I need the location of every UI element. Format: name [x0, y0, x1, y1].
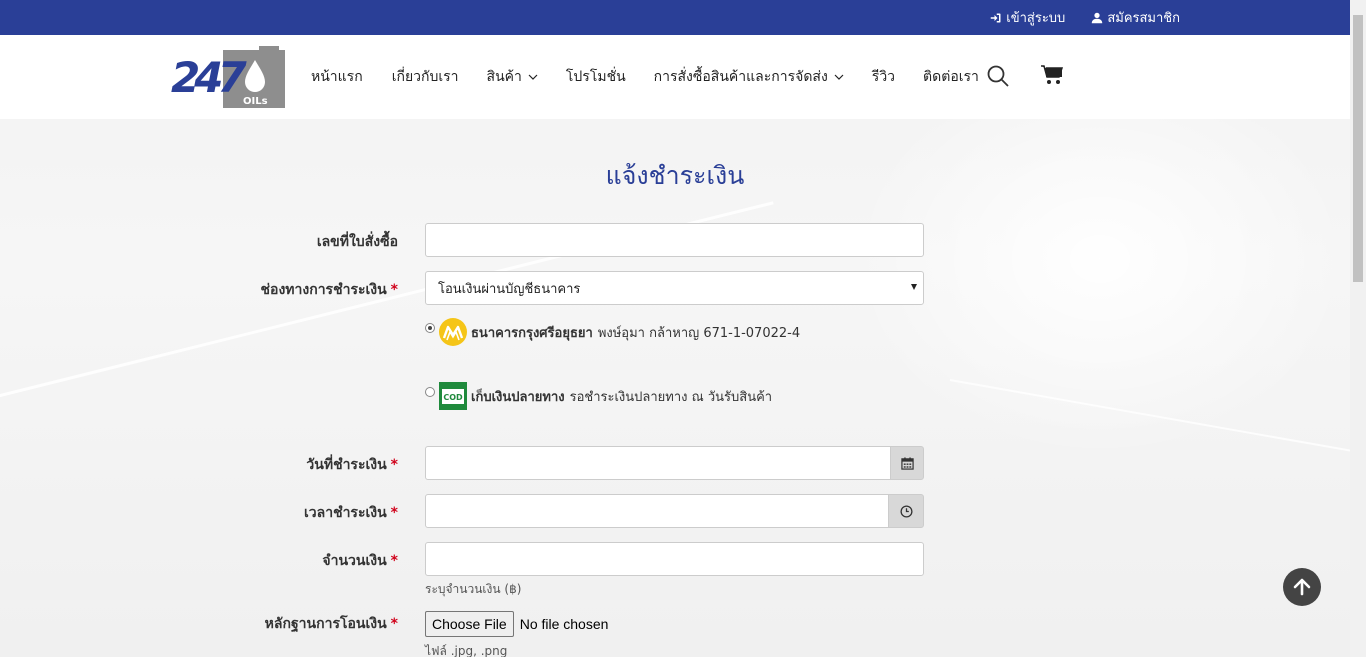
nav-item-promotion[interactable]: โปรโมชั่น [566, 66, 626, 88]
payment-option-cod[interactable]: COD เก็บเงินปลายทาง รอชำระเงินปลายทาง ณ … [425, 382, 772, 410]
register-link[interactable]: สมัครสมาชิก [1091, 7, 1180, 28]
evidence-hint: ไฟล์ .jpg, .png [425, 644, 508, 657]
pay-date-input[interactable] [425, 446, 891, 480]
amount-hint: ระบุจำนวนเงิน (฿) [425, 582, 522, 596]
nav-item-products[interactable]: สินค้า [487, 66, 538, 88]
nav-item-contact[interactable]: ติดต่อเรา [923, 66, 979, 88]
bank-radio[interactable] [425, 323, 435, 333]
cod-radio[interactable] [425, 387, 435, 397]
page-title: แจ้งชำระเงิน [605, 161, 745, 190]
calendar-icon [900, 456, 914, 470]
arrow-up-icon [1293, 578, 1311, 596]
evidence-label: หลักฐานการโอนเงิน * [264, 616, 398, 632]
pay-time-label: เวลาชำระเงิน * [303, 505, 398, 521]
pay-time-input[interactable] [425, 494, 889, 528]
file-status: No file chosen [519, 616, 609, 632]
amount-input[interactable] [425, 542, 924, 576]
sign-in-icon [991, 13, 1001, 22]
user-icon [1092, 12, 1103, 23]
pay-date-label: วันที่ชำระเงิน * [306, 457, 398, 473]
nav-item-home[interactable]: หน้าแรก [311, 66, 363, 88]
header: 247 OILs หน้าแรก เกี่ยวกับเรา สินค้า โปร… [0, 35, 1350, 119]
search-icon [987, 65, 1009, 87]
cod-icon: COD [439, 382, 467, 410]
calendar-button[interactable] [890, 446, 924, 480]
login-link[interactable]: เข้าสู่ระบบ [990, 7, 1065, 28]
scrollbar-thumb[interactable] [1353, 15, 1363, 282]
cart-icon [1041, 65, 1064, 84]
main-nav: หน้าแรก เกี่ยวกับเรา สินค้า โปรโมชั่น กา… [311, 35, 1007, 119]
payment-channel-label: ช่องทางการชำระเงิน * [260, 282, 398, 298]
nav-item-about[interactable]: เกี่ยวกับเรา [392, 66, 459, 88]
search-button[interactable] [986, 64, 1010, 88]
top-bar: เข้าสู่ระบบ สมัครสมาชิก [0, 0, 1350, 35]
payment-channel-select[interactable]: โอนเงินผ่านบัญชีธนาคาร [425, 271, 924, 305]
chevron-down-icon [528, 74, 538, 80]
logo-text: 247 [171, 53, 247, 102]
login-label: เข้าสู่ระบบ [1006, 11, 1066, 26]
register-label: สมัครสมาชิก [1107, 11, 1180, 26]
order-no-label: เลขที่ใบสั่งซื้อ [316, 234, 398, 250]
cart-button[interactable] [1040, 63, 1064, 87]
choose-file-button[interactable]: Choose File [425, 611, 514, 637]
clock-icon [899, 504, 913, 518]
payment-option-bank[interactable]: ธนาคารกรุงศรีอยุธยา พงษ์อุมา กล้าหาญ 671… [425, 318, 800, 346]
krungsri-bank-icon [439, 318, 467, 346]
evidence-file-input: Choose File No file chosen [425, 611, 608, 637]
order-no-input[interactable] [425, 223, 924, 257]
logo-subtext: OILs [243, 96, 268, 107]
time-picker-button[interactable] [888, 494, 924, 528]
select-caret-icon [911, 284, 917, 290]
amount-label: จำนวนเงิน * [322, 553, 398, 569]
nav-item-ordering-shipping[interactable]: การสั่งซื้อสินค้าและการจัดส่ง [654, 66, 844, 88]
page-scrollbar[interactable] [1350, 0, 1366, 657]
site-logo[interactable]: 247 OILs [163, 46, 286, 109]
back-to-top-button[interactable] [1283, 568, 1321, 606]
nav-item-review[interactable]: รีวิว [872, 66, 895, 88]
chevron-down-icon [834, 74, 844, 80]
svg-text:COD: COD [443, 393, 463, 402]
